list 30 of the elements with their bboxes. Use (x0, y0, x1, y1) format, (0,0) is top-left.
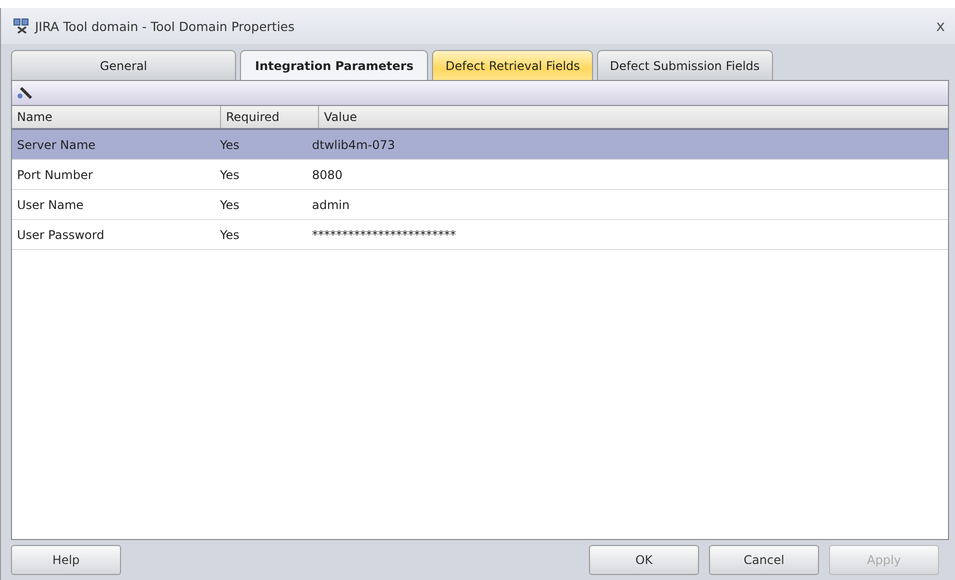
table-cell-text: Yes (219, 138, 240, 152)
tool-icon[interactable] (16, 85, 34, 101)
dialog-button[interactable]: OK (589, 545, 699, 575)
table-row[interactable]: Port Number Yes 8080 (12, 160, 948, 190)
table-cell-text: User Password (16, 228, 106, 242)
table-cell-text: Port Number (16, 168, 94, 182)
table-cell-text: User Name (16, 198, 85, 212)
tab[interactable]: General (11, 50, 236, 80)
dialog-button[interactable]: Cancel (709, 545, 819, 575)
column-header[interactable]: Required (221, 106, 319, 128)
table-cell-text: Server Name (16, 138, 97, 152)
column-header[interactable]: Value (319, 106, 948, 128)
table-row[interactable]: User Name Yes admin (12, 190, 948, 220)
app-icon (13, 18, 31, 34)
table-cell-text: Yes (219, 228, 240, 242)
table-cell-text: ************************ (311, 228, 456, 242)
dialog-button[interactable]: Help (11, 545, 121, 575)
tab[interactable]: Integration Parameters (240, 50, 428, 80)
table-cell-text: dtwlib4m-073 (311, 138, 395, 152)
tab[interactable]: Defect Submission Fields (596, 50, 773, 80)
column-header[interactable]: Name (12, 106, 221, 128)
table-cell-text: Yes (219, 198, 240, 212)
window-title: JIRA Tool domain - Tool Domain Properties (35, 18, 296, 34)
table-row[interactable]: Server Name Yes dtwlib4m-073 (12, 130, 948, 160)
table-cell-text: admin (311, 198, 350, 212)
close-button[interactable]: x (932, 17, 949, 35)
table-row[interactable]: User Password Yes ************************ (12, 220, 948, 250)
tab[interactable]: Defect Retrieval Fields (432, 50, 593, 80)
table-cell-text: 8080 (311, 168, 343, 182)
table-cell-text: Yes (219, 168, 240, 182)
